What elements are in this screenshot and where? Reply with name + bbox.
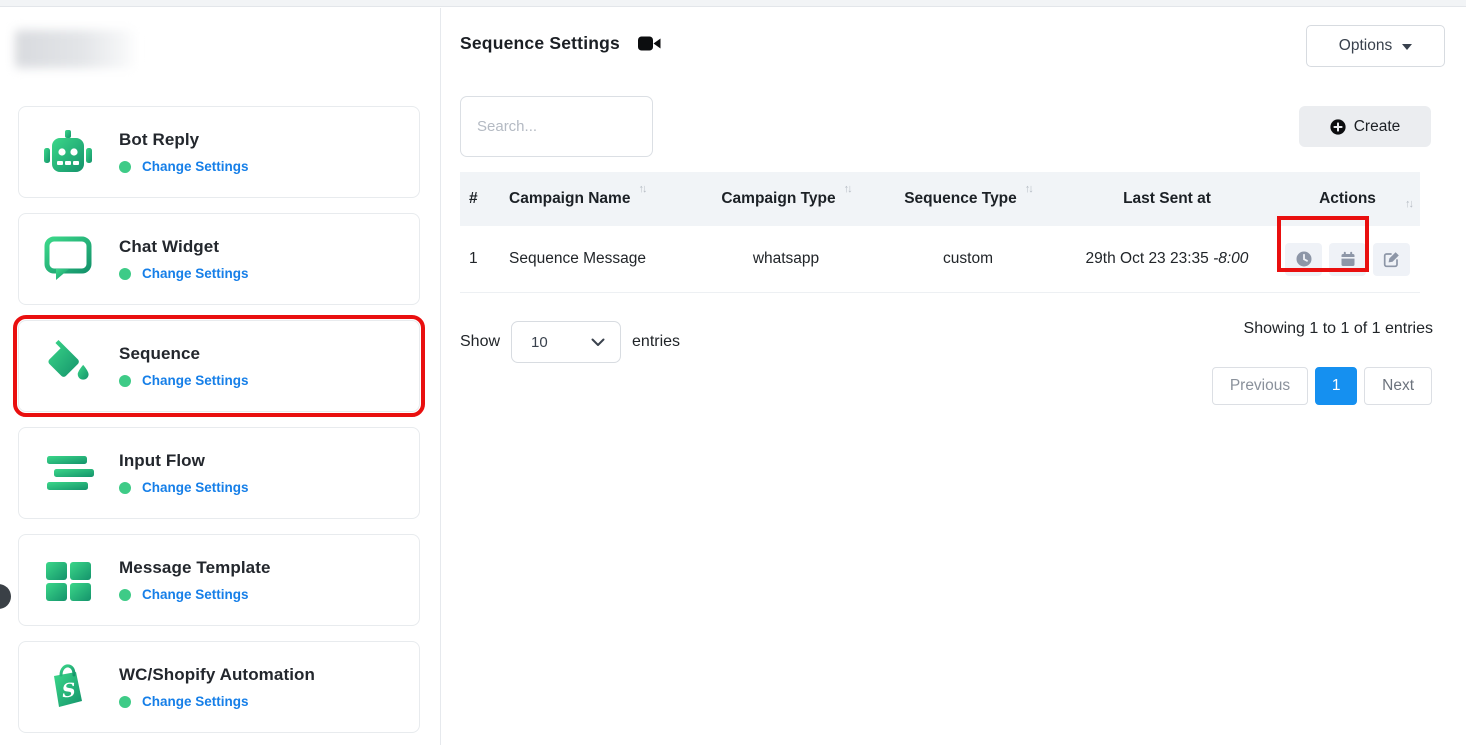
column-header-campaign-type[interactable]: Campaign Type <box>695 190 877 208</box>
paint-bucket-icon <box>41 339 95 393</box>
sidebar: Bot Reply Change Settings Chat Widget Ch… <box>0 8 440 745</box>
create-button[interactable]: Create <box>1299 106 1431 147</box>
shopify-bag-icon: S <box>41 660 95 714</box>
row-campaign-name: Sequence Message <box>500 250 695 268</box>
chat-bubble-icon <box>41 232 95 286</box>
sort-icon[interactable] <box>1025 183 1032 195</box>
chevron-down-icon <box>591 338 605 347</box>
column-header-index: # <box>460 190 500 208</box>
create-label: Create <box>1354 118 1401 136</box>
table-row: 1 Sequence Message whatsapp custom 29th … <box>460 226 1420 293</box>
top-strip <box>0 0 1466 7</box>
row-campaign-type: whatsapp <box>695 250 877 268</box>
row-sequence-type: custom <box>877 250 1059 268</box>
sidebar-item-title: WC/Shopify Automation <box>119 665 315 685</box>
app-logo <box>15 30 137 68</box>
sidebar-item-title: Message Template <box>119 558 271 578</box>
column-header-sequence-type[interactable]: Sequence Type <box>877 190 1059 208</box>
column-header-campaign-name[interactable]: Campaign Name <box>500 190 695 208</box>
options-button[interactable]: Options <box>1306 25 1445 67</box>
search-input[interactable] <box>460 96 653 157</box>
sidebar-item-title: Input Flow <box>119 451 249 471</box>
change-settings-link[interactable]: Change Settings <box>142 480 249 495</box>
status-dot <box>119 696 131 708</box>
table-header-row: # Campaign Name Campaign Type Sequence T… <box>460 172 1420 226</box>
showing-entries-text: Showing 1 to 1 of 1 entries <box>1244 320 1433 338</box>
sidebar-item-sequence[interactable]: Sequence Change Settings <box>18 320 420 412</box>
status-dot <box>119 482 131 494</box>
page-size-value: 10 <box>531 334 548 351</box>
sort-icon[interactable] <box>844 183 851 195</box>
edit-icon <box>1383 251 1400 268</box>
sidebar-item-message-template[interactable]: Message Template Change Settings <box>18 534 420 626</box>
edit-button[interactable] <box>1373 243 1410 276</box>
status-dot <box>119 375 131 387</box>
change-settings-link[interactable]: Change Settings <box>142 266 249 281</box>
sidebar-item-title: Bot Reply <box>119 130 249 150</box>
page-1-button[interactable]: 1 <box>1315 367 1357 405</box>
row-index: 1 <box>460 250 500 268</box>
page-size-row: Show 10 entries <box>460 321 680 363</box>
column-header-actions[interactable]: Actions <box>1275 190 1420 208</box>
row-last-sent-at: 29th Oct 23 23:35 -8:00 <box>1059 250 1275 268</box>
sort-icon[interactable] <box>1405 198 1412 210</box>
robot-icon <box>41 125 95 179</box>
pagination: Previous 1 Next <box>1212 367 1432 405</box>
campaigns-table: # Campaign Name Campaign Type Sequence T… <box>460 172 1420 293</box>
grid-squares-icon <box>41 553 95 607</box>
video-camera-icon[interactable] <box>638 35 661 52</box>
page-size-select[interactable]: 10 <box>511 321 621 363</box>
chevron-down-icon <box>1402 44 1412 50</box>
status-dot <box>119 268 131 280</box>
svg-text:S: S <box>61 679 77 702</box>
sidebar-item-input-flow[interactable]: Input Flow Change Settings <box>18 427 420 519</box>
calendar-icon <box>1340 251 1356 267</box>
sidebar-card-list: Bot Reply Change Settings Chat Widget Ch… <box>18 106 420 733</box>
app-page: Bot Reply Change Settings Chat Widget Ch… <box>0 0 1466 745</box>
clock-icon <box>1296 251 1312 267</box>
calendar-button[interactable] <box>1329 243 1366 276</box>
sidebar-item-bot-reply[interactable]: Bot Reply Change Settings <box>18 106 420 198</box>
plus-circle-icon <box>1330 119 1346 135</box>
column-header-last-sent-at: Last Sent at <box>1059 190 1275 208</box>
sidebar-item-title: Chat Widget <box>119 237 249 257</box>
page-title: Sequence Settings <box>460 33 620 54</box>
options-label: Options <box>1339 37 1392 55</box>
previous-page-button[interactable]: Previous <box>1212 367 1308 405</box>
sidebar-item-title: Sequence <box>119 344 249 364</box>
change-settings-link[interactable]: Change Settings <box>142 587 249 602</box>
list-bars-icon <box>41 446 95 500</box>
status-dot <box>119 161 131 173</box>
entries-label: entries <box>632 333 680 351</box>
change-settings-link[interactable]: Change Settings <box>142 373 249 388</box>
change-settings-link[interactable]: Change Settings <box>142 694 249 709</box>
next-page-button[interactable]: Next <box>1364 367 1432 405</box>
schedule-clock-button[interactable] <box>1285 243 1322 276</box>
timezone-offset: -8:00 <box>1213 250 1248 267</box>
sort-icon[interactable] <box>638 183 645 195</box>
change-settings-link[interactable]: Change Settings <box>142 159 249 174</box>
sidebar-item-chat-widget[interactable]: Chat Widget Change Settings <box>18 213 420 305</box>
main-content: Sequence Settings Options Create <box>441 8 1466 745</box>
show-label: Show <box>460 333 500 351</box>
sidebar-item-wc-shopify-automation[interactable]: S WC/Shopify Automation Change Settings <box>18 641 420 733</box>
status-dot <box>119 589 131 601</box>
row-actions <box>1275 243 1420 276</box>
